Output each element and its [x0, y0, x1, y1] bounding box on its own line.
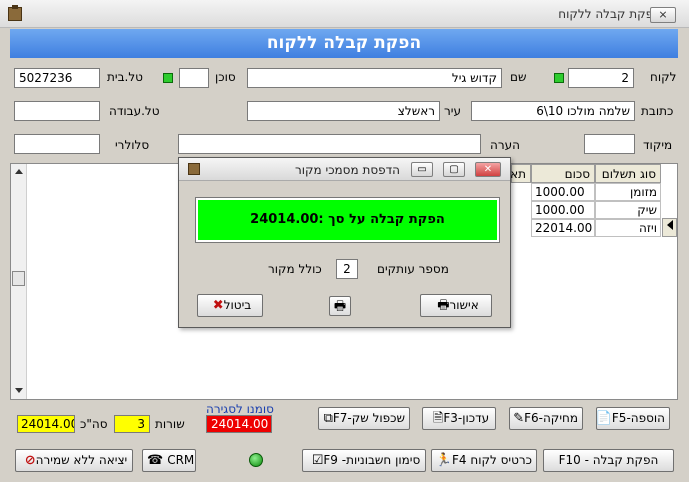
cell-phone-label: סלולרי — [115, 138, 150, 152]
confirm-button-label: אישור — [449, 298, 479, 312]
printer-icon: 🖶 — [333, 298, 347, 314]
delete-button[interactable]: מחיקה-F6✎ — [509, 407, 583, 430]
customer-lookup-indicator[interactable] — [554, 73, 564, 83]
add-button-label: הוספה-F5 — [611, 411, 665, 425]
city-label: עיר — [444, 104, 461, 118]
cell-phone-field[interactable] — [14, 134, 100, 154]
eraser-icon: ✎ — [513, 411, 525, 426]
column-header-amount[interactable]: סכום — [531, 164, 595, 183]
exit-without-save-button-label: יציאה ללא שמירה — [35, 453, 128, 467]
cancel-button-label: ביטול — [223, 298, 252, 312]
scroll-up-arrow-icon[interactable] — [15, 169, 23, 174]
include-original-label: כולל מקור — [268, 262, 322, 276]
agent-lookup-indicator[interactable] — [163, 73, 173, 83]
status-indicator-icon — [249, 453, 263, 467]
table-cell-type[interactable]: מזומן — [595, 183, 661, 201]
dialog-close-button[interactable]: ✕ — [475, 162, 501, 177]
duplicate-check-button[interactable]: שכפול שק-F7⧉ — [318, 407, 410, 430]
table-cell-type[interactable]: ויזה — [595, 219, 661, 237]
add-button[interactable]: הוספה-F5📄 — [596, 407, 670, 430]
name-field[interactable]: קדוש גיל — [247, 68, 502, 88]
rows-label: שורות — [155, 417, 185, 431]
work-phone-field[interactable] — [14, 101, 100, 121]
agent-field[interactable] — [179, 68, 209, 88]
window-title: הפקת קבלה ללקוח — [558, 7, 661, 21]
crm-icon: ☎ — [147, 453, 164, 468]
mark-invoices-button-label: סימון חשבוניות- F9 — [323, 453, 421, 467]
update-button-label: עדכון-F3 — [443, 411, 490, 425]
dialog-title: הדפסת מסמכי מקור — [294, 163, 400, 177]
customer-label: לקוח — [650, 70, 677, 84]
delete-button-label: מחיקה-F6 — [524, 411, 578, 425]
address-label: כתובת — [641, 104, 674, 118]
mark-invoices-button[interactable]: סימון חשבוניות- F9☑ — [302, 449, 426, 472]
scroll-down-arrow-icon[interactable] — [15, 388, 23, 393]
print-preview-button[interactable]: 🖶 — [329, 296, 351, 316]
table-cell-amount[interactable]: 1000.00 — [531, 183, 595, 201]
agent-label: סוכן — [215, 70, 236, 84]
total-label: סה"כ — [80, 417, 108, 431]
crm-button[interactable]: ☎ CRM — [142, 449, 196, 472]
cancel-button[interactable]: ביטול✖ — [197, 294, 263, 317]
copy-docs-icon: ⧉ — [323, 411, 333, 426]
update-button[interactable]: עדכון-F3🗎 — [422, 407, 496, 430]
name-label: שם — [510, 70, 527, 84]
table-scrollbar[interactable] — [11, 164, 27, 399]
window-titlebar: הפקת קבלה ללקוח ⨯ — [0, 0, 689, 28]
rows-count: 3 — [114, 415, 150, 433]
home-phone-label: טל.בית — [107, 70, 143, 84]
dialog-titlebar: הדפסת מסמכי מקור ▭ ▢ ✕ — [179, 158, 510, 181]
copies-input[interactable]: 2 — [336, 259, 358, 279]
produce-receipt-button-label: הפקת קבלה - F10 — [558, 453, 659, 467]
edit-doc-icon: 🗎 — [432, 411, 444, 426]
checkmark-icon: ☑ — [311, 453, 324, 468]
customer-number-field[interactable]: 2 — [568, 68, 634, 88]
column-header-partial[interactable]: תא — [510, 164, 531, 183]
crm-button-label: CRM — [167, 453, 195, 467]
page-title-banner: הפקת קבלה ללקוח — [10, 29, 678, 58]
address-field[interactable]: שלמה מולכו 10\6 — [471, 101, 635, 121]
closing-label: סומנו לסגירה — [206, 402, 274, 416]
current-row-arrow-icon — [667, 220, 673, 230]
table-cell-amount[interactable]: 22014.00 — [531, 219, 595, 237]
cancel-x-icon: ✖ — [212, 298, 224, 313]
zip-field[interactable] — [584, 134, 635, 154]
zip-label: מיקוד — [643, 138, 673, 152]
table-cell-type[interactable]: שיק — [595, 201, 661, 219]
customer-card-button-label: כרטיס לקוח F4 — [452, 453, 532, 467]
closing-amount: 24014.00 — [206, 415, 272, 433]
total-amount: 24014.00 — [17, 415, 75, 433]
print-dialog: הדפסת מסמכי מקור ▭ ▢ ✕ הפקת קבלה על סך :… — [178, 157, 511, 328]
window-close-button[interactable]: ⨯ — [650, 7, 676, 23]
produce-receipt-button[interactable]: הפקת קבלה - F10 — [543, 449, 674, 472]
person-run-icon: 🏃 — [435, 453, 452, 468]
dialog-maximize-button[interactable]: ▢ — [443, 162, 465, 177]
dialog-minimize-button[interactable]: ▭ — [411, 162, 433, 177]
table-cell-amount[interactable]: 1000.00 — [531, 201, 595, 219]
dialog-app-icon — [188, 163, 200, 175]
duplicate-check-button-label: שכפול שק-F7 — [332, 411, 405, 425]
customer-card-button[interactable]: כרטיס לקוח F4🏃 — [431, 449, 537, 472]
work-phone-label: טל.עבודה — [109, 104, 160, 118]
exit-without-save-button[interactable]: יציאה ללא שמירה⊘ — [15, 449, 133, 472]
scroll-thumb[interactable] — [12, 271, 25, 286]
home-phone-field[interactable]: 5027236 — [14, 68, 100, 88]
printer-icon: 🖶 — [437, 298, 450, 313]
copies-label: מספר עותקים — [377, 262, 449, 276]
note-label: הערה — [490, 138, 520, 152]
note-field[interactable] — [178, 134, 481, 154]
add-doc-icon: 📄 — [595, 411, 612, 426]
no-entry-icon: ⊘ — [24, 453, 36, 468]
city-field[interactable]: ראשלצ — [247, 101, 440, 121]
confirm-button[interactable]: אישור🖶 — [420, 294, 492, 317]
receipt-amount-banner: הפקת קבלה על סך :24014.00 — [196, 198, 499, 242]
app-icon — [8, 5, 22, 21]
column-header-payment-type[interactable]: סוג תשלום — [595, 164, 661, 183]
